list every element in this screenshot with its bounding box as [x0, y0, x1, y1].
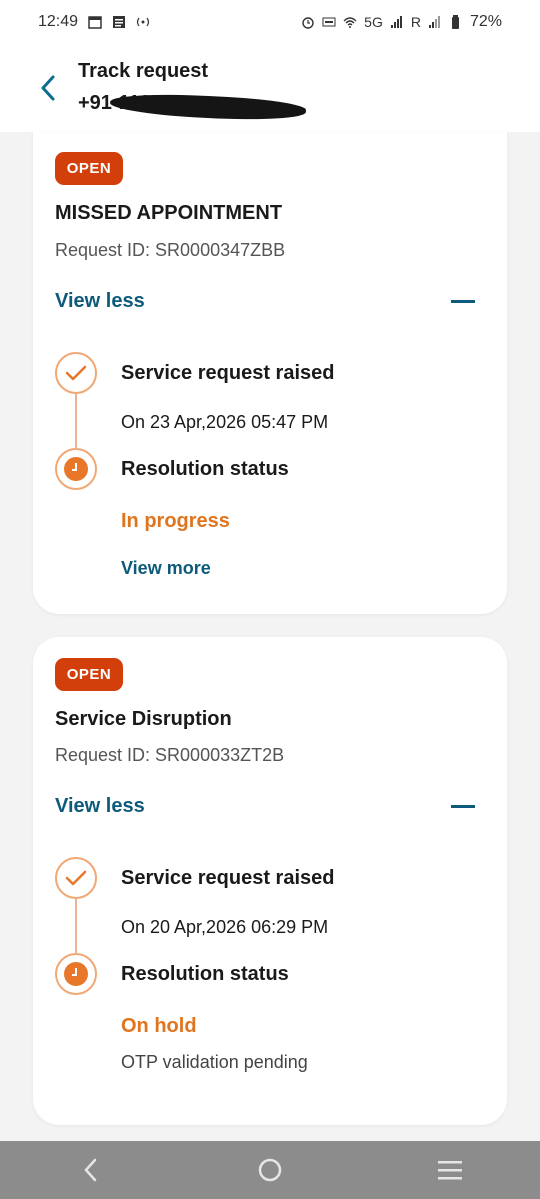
- resolution-status: In progress: [121, 510, 230, 532]
- system-nav-bar: [0, 1141, 540, 1199]
- minus-icon[interactable]: [451, 805, 475, 808]
- hotspot-icon: [136, 17, 150, 27]
- nav-back-button[interactable]: [70, 1150, 110, 1190]
- status-bar: 12:49 5G R 72%: [0, 0, 540, 44]
- volte-icon: [322, 17, 336, 27]
- chevron-left-icon: [41, 75, 55, 101]
- request-id: Request ID: SR000033ZT2B: [55, 745, 285, 765]
- nav-recents-button[interactable]: [430, 1150, 470, 1190]
- redaction-scribble: [109, 90, 307, 124]
- page-title: Track request: [78, 60, 209, 82]
- timeline-connector: [75, 899, 77, 953]
- view-more-link[interactable]: View more: [121, 558, 211, 579]
- app-header: Track request +91-113: [0, 44, 540, 132]
- status-badge: OPEN: [55, 152, 123, 185]
- signal-icon: [390, 16, 402, 28]
- request-title: Service Disruption: [55, 708, 232, 730]
- calendar-icon: [88, 16, 102, 29]
- step-resolution-title: Resolution status: [121, 458, 289, 480]
- clock-icon: [55, 953, 97, 995]
- nav-home-button[interactable]: [250, 1150, 290, 1190]
- timeline-connector: [75, 394, 77, 448]
- step-raised-title: Service request raised: [121, 867, 335, 889]
- status-note: OTP validation pending: [121, 1052, 308, 1072]
- step-raised-date: On 23 Apr,2026 05:47 PM: [121, 412, 329, 432]
- status-badge: OPEN: [55, 658, 123, 691]
- clock-icon: [55, 448, 97, 490]
- step-raised-date: On 20 Apr,2026 06:29 PM: [121, 917, 329, 937]
- status-time: 12:49: [38, 13, 79, 30]
- request-id: Request ID: SR0000347ZBB: [55, 240, 286, 260]
- document-icon: [113, 16, 126, 28]
- nav-back-icon: [84, 1158, 97, 1182]
- minus-icon[interactable]: [451, 300, 475, 303]
- view-less-link[interactable]: View less: [55, 290, 145, 313]
- request-title: MISSED APPOINTMENT: [55, 202, 283, 224]
- back-button[interactable]: [32, 72, 64, 104]
- step-resolution-title: Resolution status: [121, 963, 289, 985]
- battery-percent: 72%: [469, 13, 502, 30]
- resolution-status: On hold: [121, 1015, 197, 1037]
- roaming-indicator: R: [410, 14, 421, 30]
- alarm-icon: [302, 17, 314, 29]
- signal-icon-2: [428, 16, 440, 28]
- nav-home-icon: [258, 1158, 282, 1182]
- network-type: 5G: [364, 14, 383, 30]
- request-card-1: OPEN MISSED APPOINTMENT Request ID: SR00…: [33, 132, 507, 614]
- check-icon: [55, 352, 97, 394]
- nav-menu-icon: [438, 1161, 462, 1180]
- wifi-icon: [343, 17, 357, 28]
- step-raised-title: Service request raised: [121, 362, 335, 384]
- battery-icon: [451, 15, 459, 29]
- request-card-2: OPEN Service Disruption Request ID: SR00…: [33, 637, 507, 1125]
- check-icon: [55, 857, 97, 899]
- view-less-link[interactable]: View less: [55, 795, 145, 818]
